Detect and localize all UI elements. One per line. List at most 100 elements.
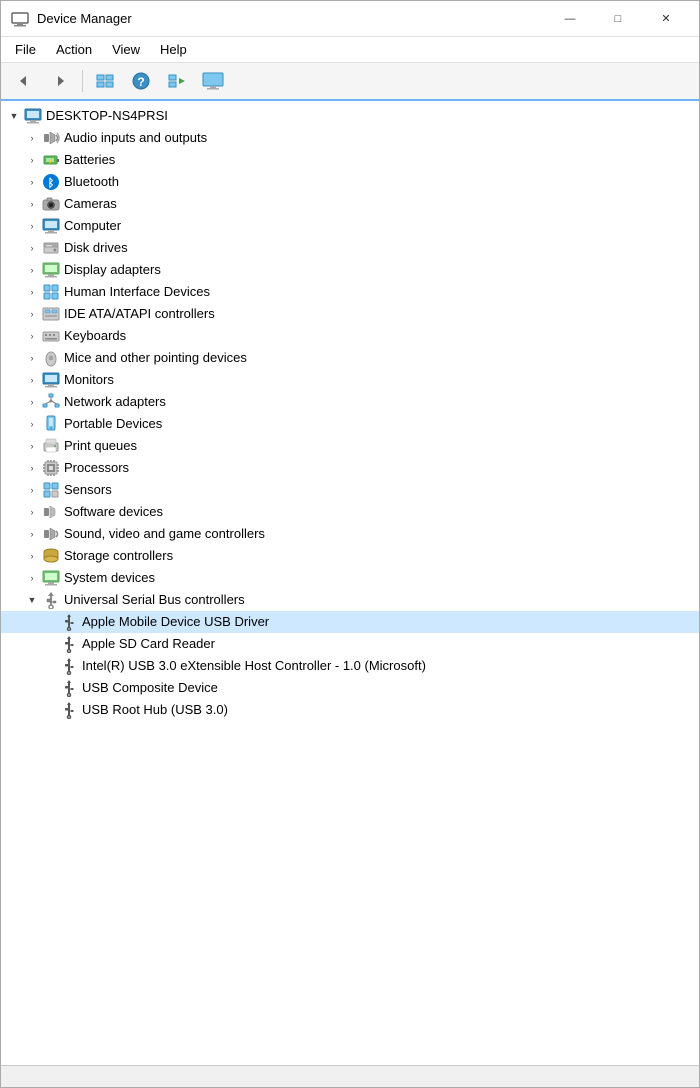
show-hidden-button[interactable] bbox=[88, 66, 122, 96]
bluetooth-icon: ᛒ bbox=[41, 172, 61, 192]
root-label: DESKTOP-NS4PRSI bbox=[46, 105, 168, 127]
tree-node-usb[interactable]: ▼ Universal Serial Bus controllers bbox=[1, 589, 699, 611]
tree-node-storage[interactable]: › Storage controllers bbox=[1, 545, 699, 567]
menu-help[interactable]: Help bbox=[152, 40, 195, 59]
expand-disk[interactable]: › bbox=[23, 237, 41, 259]
update-driver-button[interactable] bbox=[160, 66, 194, 96]
usb-icon bbox=[41, 590, 61, 610]
sound-label: Sound, video and game controllers bbox=[64, 523, 265, 545]
tree-node-audio[interactable]: › Audio inputs and outputs bbox=[1, 127, 699, 149]
intel-usb-label: Intel(R) USB 3.0 eXtensible Host Control… bbox=[82, 655, 426, 677]
device-manager-window: Device Manager — □ ✕ File Action View He… bbox=[0, 0, 700, 1088]
menu-file[interactable]: File bbox=[7, 40, 44, 59]
menu-action[interactable]: Action bbox=[48, 40, 100, 59]
expand-hid[interactable]: › bbox=[23, 281, 41, 303]
expand-display[interactable]: › bbox=[23, 259, 41, 281]
expand-portable[interactable]: › bbox=[23, 413, 41, 435]
network-label: Network adapters bbox=[64, 391, 166, 413]
batteries-label: Batteries bbox=[64, 149, 115, 171]
back-button[interactable] bbox=[7, 66, 41, 96]
expand-bluetooth[interactable]: › bbox=[23, 171, 41, 193]
sensors-icon bbox=[41, 480, 61, 500]
expand-mice[interactable]: › bbox=[23, 347, 41, 369]
expand-processors[interactable]: › bbox=[23, 457, 41, 479]
tree-view[interactable]: ▼ DESKTOP-NS4PRSI › bbox=[1, 101, 699, 1065]
usb-root-hub-label: USB Root Hub (USB 3.0) bbox=[82, 699, 228, 721]
tree-node-disk[interactable]: › Disk drives bbox=[1, 237, 699, 259]
expand-storage[interactable]: › bbox=[23, 545, 41, 567]
expand-computer[interactable]: › bbox=[23, 215, 41, 237]
tree-node-computer[interactable]: › Computer bbox=[1, 215, 699, 237]
tree-node-display[interactable]: › Display adapters bbox=[1, 259, 699, 281]
maximize-button[interactable]: □ bbox=[595, 5, 641, 33]
expand-sensors[interactable]: › bbox=[23, 479, 41, 501]
tree-node-sensors[interactable]: › Sensors bbox=[1, 479, 699, 501]
expand-batteries[interactable]: › bbox=[23, 149, 41, 171]
expand-cameras[interactable]: › bbox=[23, 193, 41, 215]
expand-monitors[interactable]: › bbox=[23, 369, 41, 391]
tree-node-mice[interactable]: › Mice and other pointing devices bbox=[1, 347, 699, 369]
expand-keyboards[interactable]: › bbox=[23, 325, 41, 347]
apple-mobile-label: Apple Mobile Device USB Driver bbox=[82, 611, 269, 633]
app-icon bbox=[11, 10, 29, 28]
usb-device-icon-3 bbox=[59, 656, 79, 676]
tree-node-apple-sd[interactable]: › Apple SD Card Reader bbox=[1, 633, 699, 655]
tree-node-print[interactable]: › Print queues bbox=[1, 435, 699, 457]
expand-usb[interactable]: ▼ bbox=[23, 589, 41, 611]
tree-node-batteries[interactable]: › ⚡ Batteries bbox=[1, 149, 699, 171]
processors-icon bbox=[41, 458, 61, 478]
mice-icon bbox=[41, 348, 61, 368]
tree-node-sound[interactable]: › Sound, video and game controllers bbox=[1, 523, 699, 545]
forward-button[interactable] bbox=[43, 66, 77, 96]
expand-print[interactable]: › bbox=[23, 435, 41, 457]
svg-text:⚡: ⚡ bbox=[48, 158, 54, 165]
tree-node-usb-root-hub[interactable]: › USB Root Hub (USB 3.0) bbox=[1, 699, 699, 721]
show-hidden-icon bbox=[95, 71, 115, 91]
system-label: System devices bbox=[64, 567, 155, 589]
display-label: Display adapters bbox=[64, 259, 161, 281]
tree-node-hid[interactable]: › Human Interface Devices bbox=[1, 281, 699, 303]
ide-icon bbox=[41, 304, 61, 324]
expand-system[interactable]: › bbox=[23, 567, 41, 589]
tree-node-processors[interactable]: › bbox=[1, 457, 699, 479]
minimize-button[interactable]: — bbox=[547, 5, 593, 33]
tree-node-system[interactable]: › System devices bbox=[1, 567, 699, 589]
tree-node-keyboards[interactable]: › Keyboards bbox=[1, 325, 699, 347]
tree-node-software[interactable]: › Software devices bbox=[1, 501, 699, 523]
tree-node-network[interactable]: › Network adapters bbox=[1, 391, 699, 413]
audio-label: Audio inputs and outputs bbox=[64, 127, 207, 149]
expand-audio[interactable]: › bbox=[23, 127, 41, 149]
hid-label: Human Interface Devices bbox=[64, 281, 210, 303]
svg-text:?: ? bbox=[137, 75, 144, 89]
tree-node-apple-mobile[interactable]: › Apple Mobile Device USB Driver bbox=[1, 611, 699, 633]
expand-ide[interactable]: › bbox=[23, 303, 41, 325]
tree-node-intel-usb[interactable]: › Intel(R) USB 3.0 eXtensible Host Contr… bbox=[1, 655, 699, 677]
sensors-label: Sensors bbox=[64, 479, 112, 501]
properties-icon: ? bbox=[131, 71, 151, 91]
storage-label: Storage controllers bbox=[64, 545, 173, 567]
tree-node-portable[interactable]: › Portable Devices bbox=[1, 413, 699, 435]
tree-node-monitors[interactable]: › Monitors bbox=[1, 369, 699, 391]
toolbar: ? bbox=[1, 63, 699, 101]
expand-software[interactable]: › bbox=[23, 501, 41, 523]
window-title: Device Manager bbox=[37, 11, 547, 26]
tree-node-bluetooth[interactable]: › ᛒ Bluetooth bbox=[1, 171, 699, 193]
menu-view[interactable]: View bbox=[104, 40, 148, 59]
monitor-button[interactable] bbox=[196, 66, 230, 96]
expand-root[interactable]: ▼ bbox=[5, 105, 23, 127]
expand-network[interactable]: › bbox=[23, 391, 41, 413]
tree-node-cameras[interactable]: › Cameras bbox=[1, 193, 699, 215]
usb-device-icon-1 bbox=[59, 612, 79, 632]
window-controls: — □ ✕ bbox=[547, 5, 689, 33]
close-button[interactable]: ✕ bbox=[643, 5, 689, 33]
menu-bar: File Action View Help bbox=[1, 37, 699, 63]
tree-node-root[interactable]: ▼ DESKTOP-NS4PRSI bbox=[1, 105, 699, 127]
properties-button[interactable]: ? bbox=[124, 66, 158, 96]
system-icon bbox=[41, 568, 61, 588]
tree-node-usb-composite[interactable]: › USB Composite Device bbox=[1, 677, 699, 699]
expand-sound[interactable]: › bbox=[23, 523, 41, 545]
tree-node-ide[interactable]: › IDE ATA/ATAPI controllers bbox=[1, 303, 699, 325]
keyboards-label: Keyboards bbox=[64, 325, 126, 347]
title-bar: Device Manager — □ ✕ bbox=[1, 1, 699, 37]
disk-label: Disk drives bbox=[64, 237, 128, 259]
